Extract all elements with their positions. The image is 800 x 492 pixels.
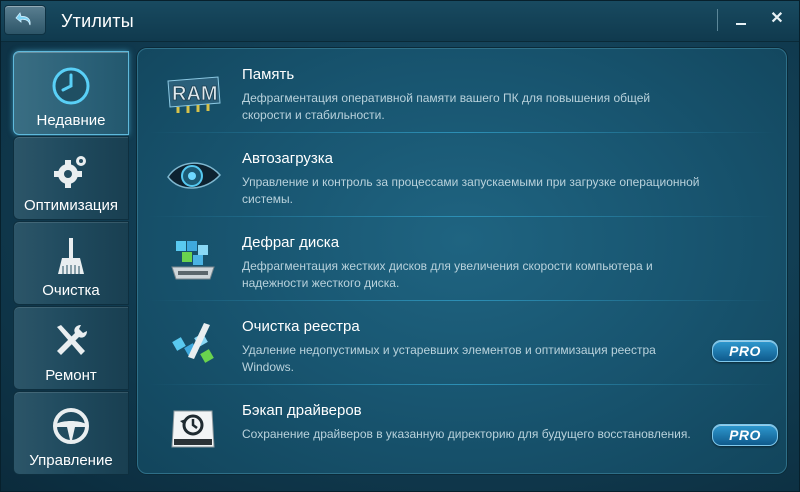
utilities-panel: RAM Память Дефрагментация оперативной па…	[137, 48, 787, 474]
window-title: Утилиты	[61, 11, 134, 31]
sidebar-item-label: Управление	[29, 452, 113, 469]
pro-badge[interactable]: PRO	[712, 340, 778, 362]
utility-title: Бэкап драйверов	[242, 402, 362, 419]
back-button[interactable]	[4, 5, 46, 35]
utility-description: Дефрагментация оперативной памяти вашего…	[242, 91, 651, 122]
clock-icon	[52, 67, 90, 105]
steering-wheel-icon	[53, 408, 89, 444]
back-arrow-icon	[15, 12, 31, 26]
utility-description: Дефрагментация жестких дисков для увелич…	[242, 259, 653, 290]
pro-badge[interactable]: PRO	[712, 424, 778, 446]
sidebar-item-cleanup[interactable]: Очистка	[13, 221, 129, 305]
utility-description: Управление и контроль за процессами запу…	[242, 175, 700, 206]
utility-title: Память	[242, 66, 295, 83]
utility-title: Дефраг диска	[242, 234, 340, 251]
sidebar-item-label: Очистка	[42, 282, 100, 299]
title-bar: Утилиты ✕	[1, 1, 799, 42]
sidebar-item-repair[interactable]: Ремонт	[13, 306, 129, 390]
broom-icon	[58, 238, 84, 274]
sidebar-item-management[interactable]: Управление	[13, 391, 129, 475]
sidebar-item-optimization[interactable]: Оптимизация	[13, 136, 129, 220]
sidebar-item-label: Ремонт	[45, 367, 97, 384]
sidebar-item-label: Недавние	[36, 112, 106, 129]
utility-title: Автозагрузка	[242, 150, 333, 167]
registry-clean-icon	[172, 323, 214, 363]
utility-description: Сохранение драйверов в указанную директо…	[242, 427, 691, 441]
utility-description: Удаление недопустимых и устаревших элеме…	[242, 343, 656, 374]
minimize-icon	[736, 23, 746, 25]
gears-icon	[54, 156, 86, 188]
close-button[interactable]: ✕	[766, 7, 788, 31]
disk-defrag-icon	[171, 241, 215, 280]
utility-item-memory[interactable]: RAM Память Дефрагментация оперативной па…	[138, 49, 786, 133]
utility-title: Очистка реестра	[242, 318, 360, 335]
svg-text:RAM: RAM	[172, 83, 218, 105]
utility-item-startup[interactable]: Автозагрузка Управление и контроль за пр…	[138, 133, 786, 217]
wrench-screwdriver-icon	[57, 325, 87, 355]
sidebar-item-recent[interactable]: Недавние	[13, 51, 129, 135]
titlebar-divider	[717, 9, 718, 31]
utility-item-registry-cleanup[interactable]: Очистка реестра Удаление недопустимых и …	[138, 301, 786, 385]
driver-backup-icon	[171, 410, 215, 448]
ram-icon: RAM	[167, 76, 221, 113]
utility-item-disk-defrag[interactable]: Дефраг диска Дефрагментация жестких диск…	[138, 217, 786, 301]
sidebar-item-label: Оптимизация	[23, 197, 119, 214]
utilities-window: Утилиты ✕ Недавние Оптимизация Очистка Р…	[0, 0, 800, 492]
utility-item-driver-backup[interactable]: Бэкап драйверов Сохранение драйверов в у…	[138, 385, 786, 469]
startup-eye-icon	[167, 162, 222, 189]
minimize-button[interactable]	[731, 9, 751, 31]
close-icon: ✕	[770, 10, 784, 27]
